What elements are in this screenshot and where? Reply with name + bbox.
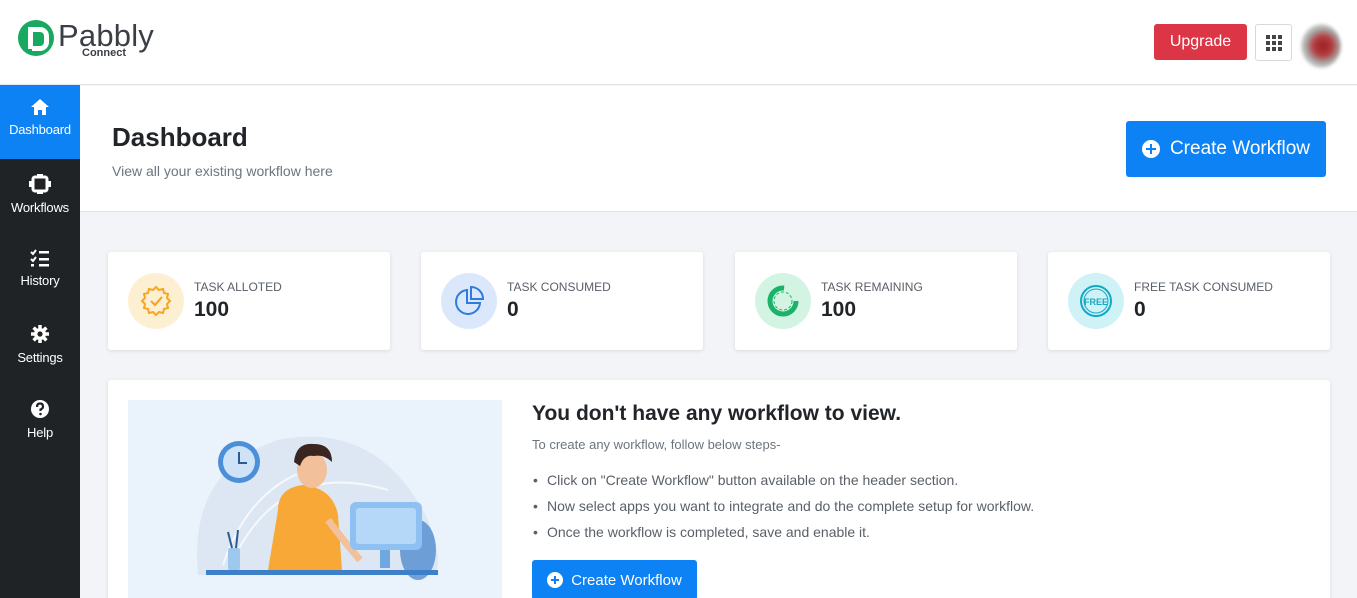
progress-ring-icon	[755, 273, 811, 329]
history-list-icon	[30, 249, 49, 267]
page-title: Dashboard	[112, 122, 248, 152]
create-workflow-label: Create Workflow	[1169, 138, 1311, 159]
sidebar-item-dashboard[interactable]: Dashboard	[0, 85, 80, 159]
gear-icon	[31, 325, 49, 343]
empty-state-subtitle: To create any workflow, follow below ste…	[532, 437, 781, 452]
sidebar-item-label: Settings	[17, 350, 63, 365]
pabbly-logo-icon	[18, 20, 54, 56]
sidebar-item-label: Dashboard	[9, 122, 71, 137]
pabbly-connect-logo[interactable]: Pabbly Connect	[18, 20, 154, 59]
sidebar-item-workflows[interactable]: Workflows	[0, 161, 80, 235]
stat-card-task-remaining: TASK REMAINING 100	[735, 252, 1017, 350]
stat-value: 0	[507, 298, 519, 321]
stat-label: TASK CONSUMED	[507, 280, 611, 294]
sidebar-item-help[interactable]: Help	[0, 386, 80, 460]
step-item: Click on "Create Workflow" button availa…	[532, 472, 1034, 498]
sidebar-item-label: History	[20, 273, 60, 288]
help-icon	[31, 400, 49, 418]
plus-circle-icon	[547, 572, 564, 588]
sidebar-item-history[interactable]: History	[0, 236, 80, 310]
stat-value: 100	[194, 298, 230, 321]
svg-text:FREE: FREE	[1084, 297, 1108, 307]
stat-card-task-alloted: TASK ALLOTED 100	[108, 252, 390, 350]
stat-card-task-consumed: TASK CONSUMED 0	[421, 252, 703, 350]
stat-card-free-task-consumed: FREE FREE TASK CONSUMED 0	[1048, 252, 1330, 350]
create-workflow-button[interactable]: Create Workflow	[1126, 121, 1326, 177]
stat-value: 100	[821, 298, 857, 321]
stat-value: 0	[1134, 298, 1146, 321]
sidebar: Dashboard Workflows History Settings Hel…	[0, 85, 80, 598]
top-header: Pabbly Connect Upgrade	[0, 0, 1357, 85]
step-item: Now select apps you want to integrate an…	[532, 498, 1034, 524]
stat-label: TASK ALLOTED	[194, 280, 282, 294]
person-at-desk-illustration	[128, 400, 502, 598]
sidebar-item-label: Workflows	[11, 200, 69, 215]
step-item: Once the workflow is completed, save and…	[532, 524, 1034, 550]
stat-label: FREE TASK CONSUMED	[1134, 280, 1273, 294]
workflow-icon	[29, 174, 51, 194]
stat-label: TASK REMAINING	[821, 280, 923, 294]
page-header: Dashboard View all your existing workflo…	[80, 86, 1357, 212]
free-badge-icon: FREE	[1068, 273, 1124, 329]
apps-grid-icon[interactable]	[1255, 24, 1292, 61]
empty-workflow-panel: You don't have any workflow to view. To …	[108, 380, 1330, 598]
sidebar-item-label: Help	[27, 425, 53, 440]
badge-check-icon	[128, 273, 184, 329]
home-icon	[31, 99, 49, 115]
empty-state-title: You don't have any workflow to view.	[532, 402, 902, 425]
create-workflow-button-secondary[interactable]: Create Workflow	[532, 560, 697, 598]
pie-chart-icon	[441, 273, 497, 329]
steps-list: Click on "Create Workflow" button availa…	[532, 472, 1034, 550]
sidebar-item-settings[interactable]: Settings	[0, 311, 80, 385]
page-subtitle: View all your existing workflow here	[112, 163, 333, 179]
user-avatar[interactable]	[1301, 24, 1341, 68]
plus-circle-icon	[1141, 140, 1160, 158]
upgrade-button[interactable]: Upgrade	[1154, 24, 1247, 60]
create-workflow-label: Create Workflow	[571, 571, 682, 589]
